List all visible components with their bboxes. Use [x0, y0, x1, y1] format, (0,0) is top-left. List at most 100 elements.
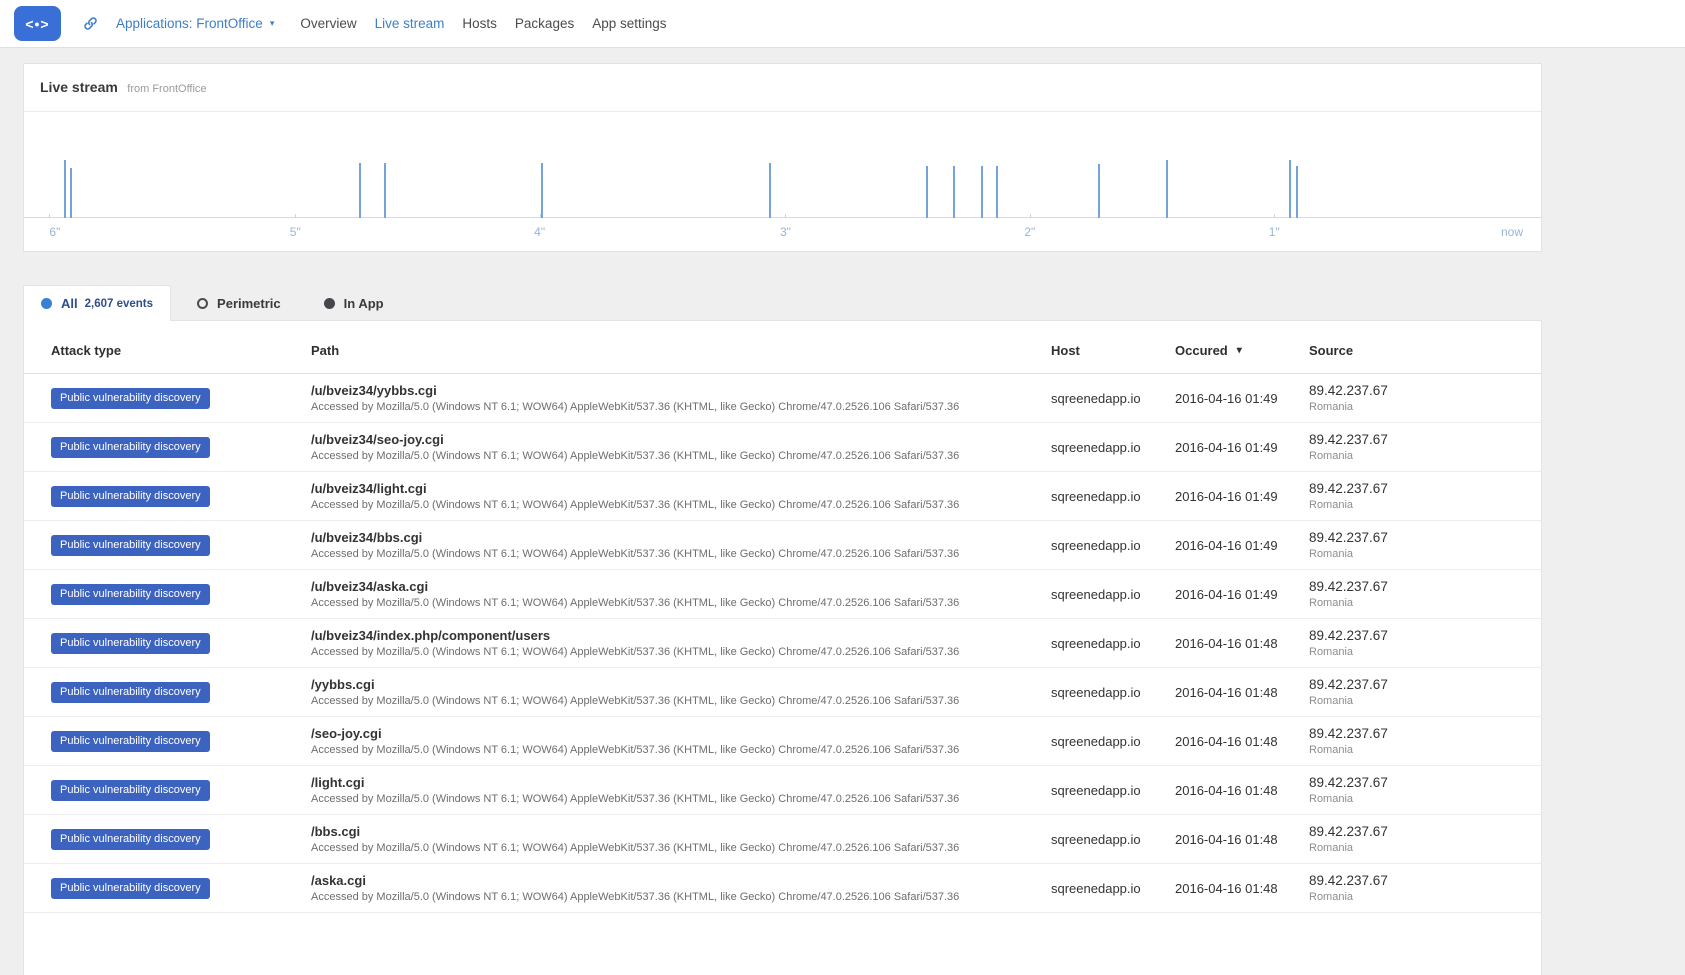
attack-type-cell: Public vulnerability discovery: [51, 436, 311, 458]
path-cell: /u/bveiz34/seo-joy.cgi Accessed by Mozil…: [311, 432, 1051, 462]
event-source-ip: 89.42.237.67: [1309, 726, 1388, 741]
event-occurred: 2016-04-16 01:49: [1175, 390, 1278, 406]
event-path: /bbs.cgi: [311, 824, 361, 839]
app-logo[interactable]: <•>: [14, 6, 61, 41]
event-occurred: 2016-04-16 01:49: [1175, 488, 1278, 504]
source-cell: 89.42.237.67 Romania: [1309, 432, 1514, 462]
nav-item-app-settings[interactable]: App settings: [583, 16, 675, 31]
sort-desc-icon: ▾: [1236, 345, 1242, 356]
source-cell: 89.42.237.67 Romania: [1309, 628, 1514, 658]
main-content: Live stream from FrontOffice 6" 5" 4" 3" 2" 1…: [23, 63, 1542, 975]
event-spike: [541, 163, 544, 218]
event-source-ip: 89.42.237.67: [1309, 775, 1388, 790]
attack-type-badge: Public vulnerability discovery: [51, 436, 210, 458]
tab-perimetric-label: Perimetric: [217, 295, 281, 311]
attack-type-cell: Public vulnerability discovery: [51, 877, 311, 899]
event-source-country: Romania: [1309, 744, 1354, 756]
event-occurred: 2016-04-16 01:48: [1175, 733, 1278, 749]
event-source-country: Romania: [1309, 401, 1354, 413]
event-row[interactable]: Public vulnerability discovery /u/bveiz3…: [24, 374, 1541, 423]
event-occurred: 2016-04-16 01:49: [1175, 439, 1278, 455]
attack-type-badge: Public vulnerability discovery: [51, 877, 210, 899]
event-row[interactable]: Public vulnerability discovery /yybbs.cg…: [24, 668, 1541, 717]
column-header-host: Host: [1051, 343, 1080, 358]
axis-tick-label: 6": [49, 225, 61, 239]
source-cell: 89.42.237.67 Romania: [1309, 775, 1514, 805]
event-row[interactable]: Public vulnerability discovery /light.cg…: [24, 766, 1541, 815]
source-cell: 89.42.237.67 Romania: [1309, 383, 1514, 413]
tab-all-events[interactable]: All 2,607 events: [23, 285, 172, 321]
nav-item-live-stream[interactable]: Live stream: [366, 16, 454, 31]
event-row[interactable]: Public vulnerability discovery /u/bveiz3…: [24, 619, 1541, 668]
attack-type-cell: Public vulnerability discovery: [51, 583, 311, 605]
event-source-ip: 89.42.237.67: [1309, 824, 1388, 839]
event-source-country: Romania: [1309, 695, 1354, 707]
event-spike: [1296, 166, 1299, 218]
attack-type-cell: Public vulnerability discovery: [51, 828, 311, 850]
event-source-ip: 89.42.237.67: [1309, 432, 1388, 447]
nav-item-hosts[interactable]: Hosts: [453, 16, 506, 31]
event-host: sqreenedapp.io: [1051, 488, 1141, 504]
tab-in-app-label: In App: [343, 295, 384, 311]
live-stream-card-header: Live stream from FrontOffice: [24, 64, 1541, 112]
event-row[interactable]: Public vulnerability discovery /u/bveiz3…: [24, 521, 1541, 570]
link-icon[interactable]: [83, 16, 98, 31]
event-row[interactable]: Public vulnerability discovery /u/bveiz3…: [24, 472, 1541, 521]
column-header-source: Source: [1309, 343, 1354, 358]
event-spike: [70, 168, 73, 218]
event-user-agent: Accessed by Mozilla/5.0 (Windows NT 6.1;…: [311, 548, 960, 560]
event-occurred: 2016-04-16 01:48: [1175, 782, 1278, 798]
event-user-agent: Accessed by Mozilla/5.0 (Windows NT 6.1;…: [311, 646, 960, 658]
event-host: sqreenedapp.io: [1051, 831, 1141, 847]
event-host: sqreenedapp.io: [1051, 684, 1141, 700]
path-cell: /seo-joy.cgi Accessed by Mozilla/5.0 (Wi…: [311, 726, 1051, 756]
nav-item-overview[interactable]: Overview: [291, 16, 365, 31]
attack-type-badge: Public vulnerability discovery: [51, 632, 210, 654]
events-table-body: Public vulnerability discovery /u/bveiz3…: [24, 374, 1541, 913]
event-path: /yybbs.cgi: [311, 677, 375, 692]
events-table: Attack type Path Host Occured ▾ Source Pu…: [23, 320, 1542, 975]
event-path: /u/bveiz34/yybbs.cgi: [311, 383, 437, 398]
event-user-agent: Accessed by Mozilla/5.0 (Windows NT 6.1;…: [311, 499, 960, 511]
attack-type-cell: Public vulnerability discovery: [51, 387, 311, 409]
path-cell: /u/bveiz34/aska.cgi Accessed by Mozilla/…: [311, 579, 1051, 609]
nav-item-packages[interactable]: Packages: [506, 16, 583, 31]
event-spike: [1289, 160, 1291, 218]
column-header-path: Path: [311, 343, 340, 358]
attack-type-badge: Public vulnerability discovery: [51, 779, 210, 801]
event-row[interactable]: Public vulnerability discovery /aska.cgi…: [24, 864, 1541, 913]
event-row[interactable]: Public vulnerability discovery /bbs.cgi …: [24, 815, 1541, 864]
event-path: /seo-joy.cgi: [311, 726, 382, 741]
event-user-agent: Accessed by Mozilla/5.0 (Windows NT 6.1;…: [311, 793, 960, 805]
axis-tick-label: 2": [1024, 225, 1036, 239]
attack-type-badge: Public vulnerability discovery: [51, 534, 210, 556]
tab-in-app[interactable]: In App: [307, 285, 401, 321]
event-row[interactable]: Public vulnerability discovery /u/bveiz3…: [24, 570, 1541, 619]
event-row[interactable]: Public vulnerability discovery /u/bveiz3…: [24, 423, 1541, 472]
column-header-occured[interactable]: Occured ▾: [1175, 343, 1309, 358]
applications-dropdown[interactable]: Applications: FrontOffice ▾: [116, 16, 274, 31]
main-nav: Overview Live stream Hosts Packages App …: [291, 16, 675, 31]
attack-type-cell: Public vulnerability discovery: [51, 730, 311, 752]
event-source-ip: 89.42.237.67: [1309, 873, 1388, 888]
live-stream-card: Live stream from FrontOffice 6" 5" 4" 3" 2" 1…: [23, 63, 1542, 252]
event-user-agent: Accessed by Mozilla/5.0 (Windows NT 6.1;…: [311, 597, 960, 609]
event-source-ip: 89.42.237.67: [1309, 579, 1388, 594]
event-occurred: 2016-04-16 01:48: [1175, 635, 1278, 651]
path-cell: /u/bveiz34/index.php/component/users Acc…: [311, 628, 1051, 658]
path-cell: /light.cgi Accessed by Mozilla/5.0 (Wind…: [311, 775, 1051, 805]
axis-tick-label: 1": [1268, 225, 1280, 239]
column-header-attack-type: Attack type: [51, 343, 122, 358]
event-occurred: 2016-04-16 01:49: [1175, 586, 1278, 602]
axis-tick-label: now: [1500, 225, 1523, 239]
path-cell: /u/bveiz34/bbs.cgi Accessed by Mozilla/5…: [311, 530, 1051, 560]
event-path: /u/bveiz34/aska.cgi: [311, 579, 429, 594]
attack-type-badge: Public vulnerability discovery: [51, 828, 210, 850]
event-row[interactable]: Public vulnerability discovery /seo-joy.…: [24, 717, 1541, 766]
event-source-country: Romania: [1309, 646, 1354, 658]
tab-perimetric[interactable]: Perimetric: [180, 285, 298, 321]
path-cell: /bbs.cgi Accessed by Mozilla/5.0 (Window…: [311, 824, 1051, 854]
event-host: sqreenedapp.io: [1051, 390, 1141, 406]
event-occurred: 2016-04-16 01:48: [1175, 684, 1278, 700]
event-spike: [980, 166, 983, 218]
